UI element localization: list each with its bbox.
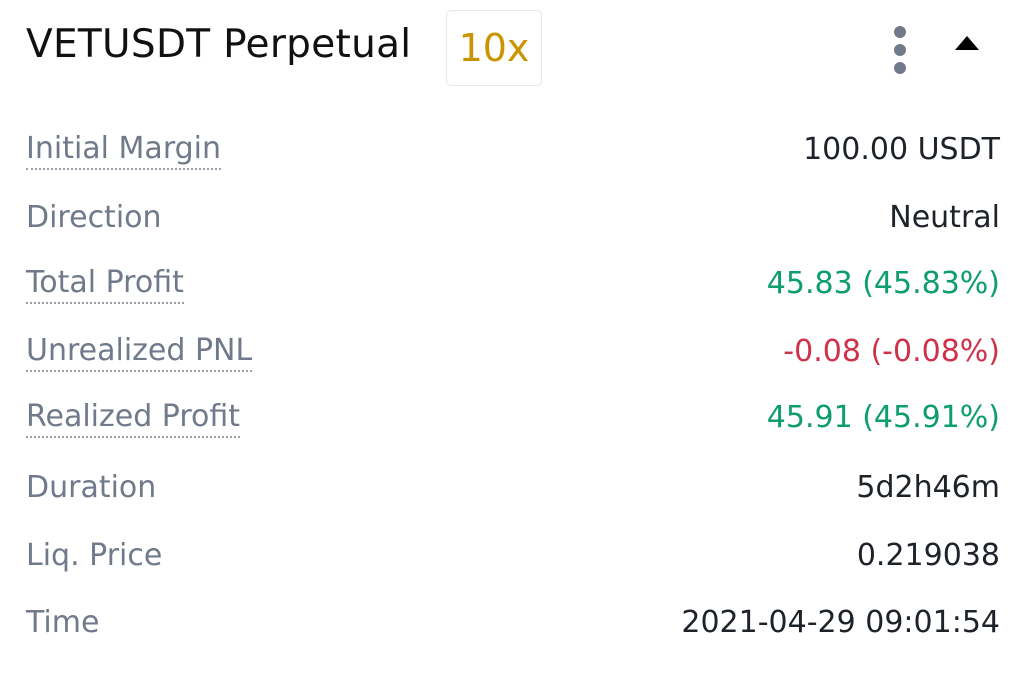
unrealized-pnl-value: -0.08 (-0.08%) bbox=[783, 334, 1000, 369]
row-unrealized-pnl: Unrealized PNL -0.08 (-0.08%) bbox=[26, 332, 1000, 372]
liq-price-label: Liq. Price bbox=[26, 538, 163, 573]
row-realized-profit: Realized Profit 45.91 (45.91%) bbox=[26, 398, 1000, 438]
realized-profit-value: 45.91 (45.91%) bbox=[766, 400, 1000, 435]
liq-price-value: 0.219038 bbox=[856, 538, 1000, 573]
row-total-profit: Total Profit 45.83 (45.83%) bbox=[26, 264, 1000, 304]
direction-value: Neutral bbox=[889, 200, 1000, 235]
contract-title: VETUSDT Perpetual bbox=[26, 22, 412, 67]
unrealized-pnl-label[interactable]: Unrealized PNL bbox=[26, 332, 253, 372]
row-initial-margin: Initial Margin 100.00 USDT bbox=[26, 130, 1000, 170]
row-time: Time 2021-04-29 09:01:54 bbox=[26, 603, 1000, 643]
total-profit-value: 45.83 (45.83%) bbox=[766, 266, 1000, 301]
row-direction: Direction Neutral bbox=[26, 198, 1000, 238]
time-value: 2021-04-29 09:01:54 bbox=[681, 605, 1000, 640]
grid-card-header: VETUSDT Perpetual 10x bbox=[0, 0, 1034, 100]
row-duration: Duration 5d2h46m bbox=[26, 468, 1000, 508]
caret-up-icon[interactable] bbox=[955, 36, 979, 50]
duration-label: Duration bbox=[26, 470, 157, 505]
initial-margin-label[interactable]: Initial Margin bbox=[26, 130, 222, 170]
realized-profit-label[interactable]: Realized Profit bbox=[26, 398, 241, 438]
time-label: Time bbox=[26, 605, 100, 640]
leverage-badge[interactable]: 10x bbox=[446, 10, 542, 86]
total-profit-label[interactable]: Total Profit bbox=[26, 264, 184, 304]
initial-margin-value: 100.00 USDT bbox=[803, 132, 1000, 167]
direction-label: Direction bbox=[26, 200, 162, 235]
row-liq-price: Liq. Price 0.219038 bbox=[26, 536, 1000, 576]
duration-value: 5d2h46m bbox=[856, 470, 1000, 505]
more-vertical-icon[interactable] bbox=[890, 26, 910, 74]
